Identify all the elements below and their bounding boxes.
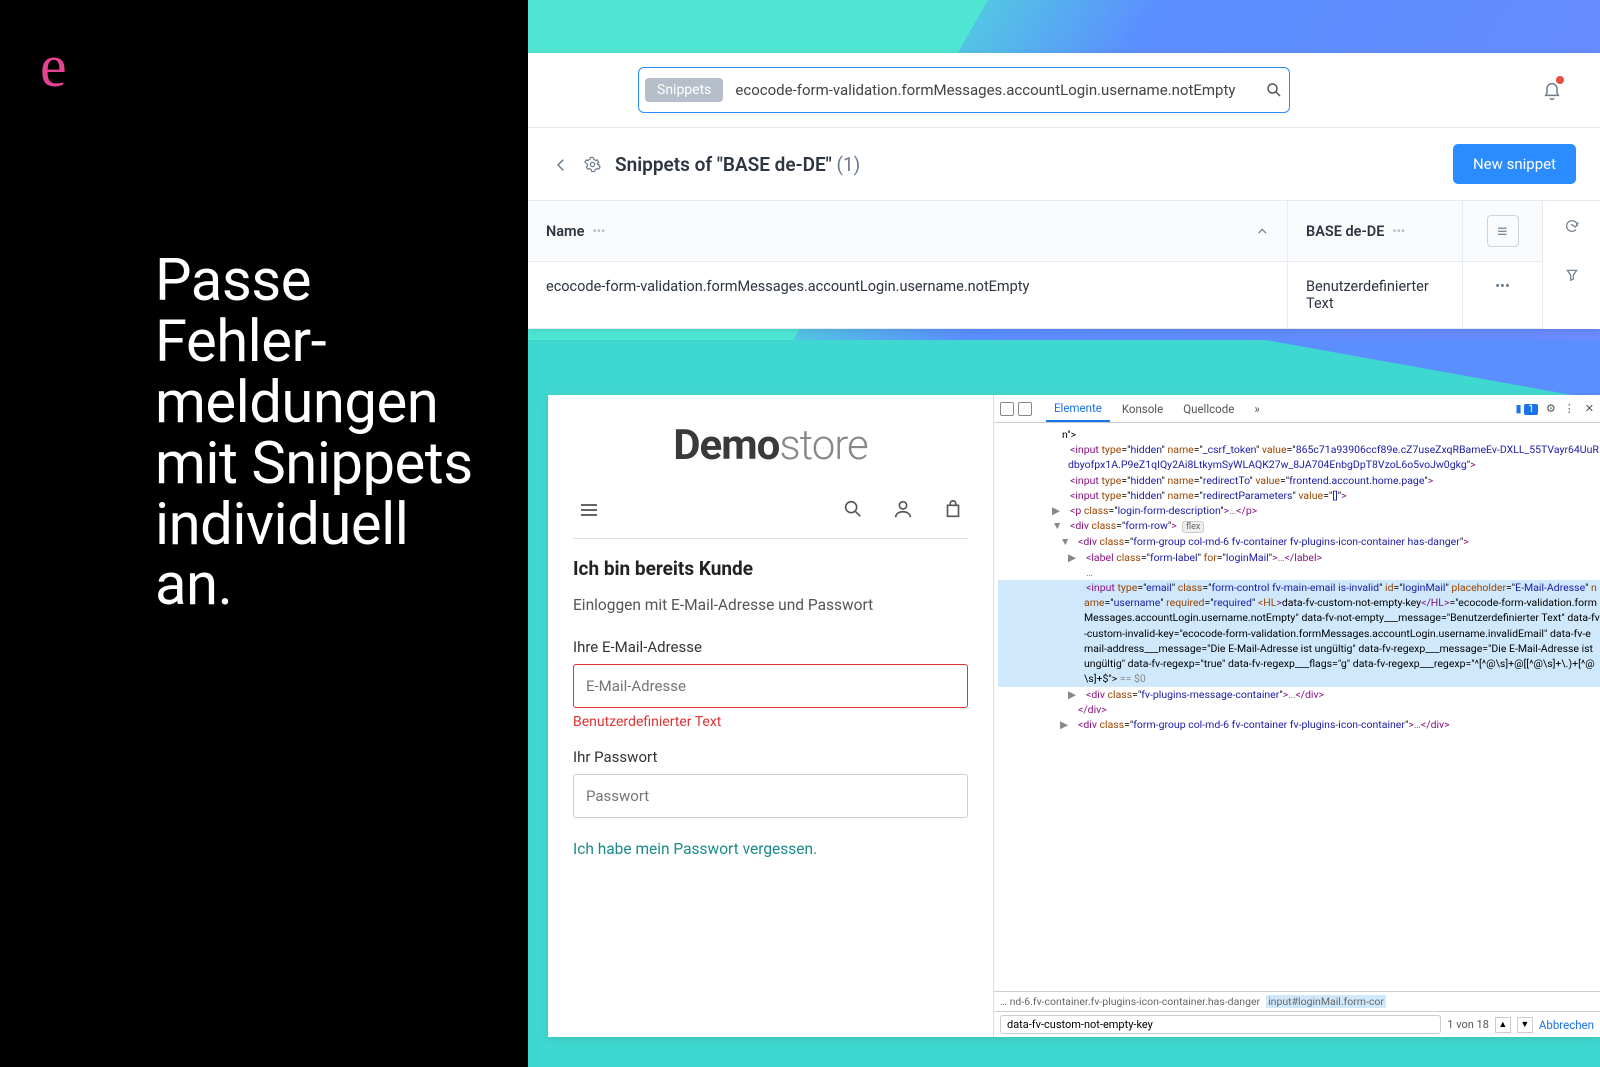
column-header-base[interactable]: BASE de-DE •••	[1287, 201, 1462, 261]
cart-icon[interactable]	[942, 496, 964, 521]
column-menu-icon[interactable]: •••	[1392, 224, 1405, 238]
gear-icon[interactable]	[584, 154, 601, 174]
devtools-close-icon[interactable]: ✕	[1585, 402, 1594, 415]
devtools-panel: Elemente Konsole Quellcode » ▮ 1 ⚙ ⋮ ✕ n…	[993, 395, 1600, 1037]
cell-name: ecocode-form-validation.formMessages.acc…	[528, 262, 1287, 328]
bell-icon[interactable]	[1542, 78, 1562, 102]
storefront-devtools-panel: Demostore Ich bin bereits Kunde Einlogge…	[548, 395, 1600, 1037]
search-input[interactable]	[723, 81, 1259, 99]
devtools-tab-more[interactable]: »	[1246, 402, 1267, 416]
devtools-tab-elements[interactable]: Elemente	[1046, 401, 1110, 422]
devtools-menu-icon[interactable]: ⋮	[1564, 402, 1575, 415]
page-title-count: (1)	[836, 153, 860, 176]
email-field[interactable]	[573, 664, 968, 708]
devtools-issues-badge[interactable]: ▮ 1	[1515, 402, 1537, 415]
devtools-search-count: 1 von 18	[1447, 1018, 1489, 1031]
search-icon[interactable]	[842, 496, 864, 521]
user-icon[interactable]	[892, 496, 914, 521]
column-header-name[interactable]: Name •••	[528, 201, 1287, 261]
inspect-icon[interactable]	[1000, 402, 1014, 416]
devtools-tab-console[interactable]: Konsole	[1114, 402, 1171, 416]
admin-snippets-panel: Snippets Snippets of "BA	[528, 53, 1600, 329]
email-label: Ihre E-Mail-Adresse	[573, 638, 968, 656]
refresh-icon[interactable]	[1564, 215, 1580, 234]
headline: Passe Fehler-meldungen mit Snippets indi…	[155, 251, 488, 616]
new-snippet-button[interactable]: New snippet	[1453, 144, 1576, 184]
back-button[interactable]	[552, 154, 570, 175]
search-icon[interactable]	[1259, 81, 1289, 99]
login-heading: Ich bin bereits Kunde	[573, 557, 968, 580]
devtools-elements-tree[interactable]: n"><input type="hidden" name="_csrf_toke…	[994, 423, 1600, 991]
devtools-search-cancel[interactable]: Abbrechen	[1539, 1018, 1594, 1032]
marketing-panel: e Passe Fehler-meldungen mit Snippets in…	[0, 0, 528, 1067]
devtools-settings-icon[interactable]: ⚙	[1546, 402, 1556, 415]
email-error-text: Benutzerdefinierter Text	[573, 714, 968, 730]
page-title-text: Snippets of "BASE de-DE"	[615, 153, 836, 176]
device-icon[interactable]	[1018, 402, 1032, 416]
password-label: Ihr Passwort	[573, 748, 968, 766]
column-menu-icon[interactable]: •••	[592, 224, 605, 238]
devtools-search-bar: 1 von 18 ▲ ▼ Abbrechen	[994, 1011, 1600, 1037]
devtools-breadcrumb[interactable]: … nd-6.fv-container.fv-plugins-icon-cont…	[994, 991, 1600, 1011]
filter-icon[interactable]	[1564, 264, 1580, 283]
screenshots-area: Snippets Snippets of "BA	[528, 0, 1600, 1067]
page-title: Snippets of "BASE de-DE" (1)	[615, 153, 860, 176]
list-settings-icon[interactable]	[1487, 215, 1519, 247]
devtools-search-next[interactable]: ▼	[1517, 1017, 1533, 1033]
password-field[interactable]	[573, 774, 968, 818]
hamburger-icon[interactable]	[577, 494, 601, 522]
store-logo: Demostore	[573, 421, 968, 470]
table-row[interactable]: ecocode-form-validation.formMessages.acc…	[528, 262, 1542, 329]
forgot-password-link[interactable]: Ich habe mein Passwort vergessen.	[573, 840, 968, 858]
row-actions-icon[interactable]: •••	[1462, 262, 1542, 328]
cell-base: Benutzerdefinierter Text	[1287, 262, 1462, 328]
search-filter-tag[interactable]: Snippets	[645, 78, 723, 102]
logo: e	[40, 32, 488, 101]
search-bar[interactable]: Snippets	[638, 67, 1290, 113]
devtools-tab-source[interactable]: Quellcode	[1175, 402, 1242, 416]
devtools-search-prev[interactable]: ▲	[1495, 1017, 1511, 1033]
storefront: Demostore Ich bin bereits Kunde Einlogge…	[548, 395, 993, 1037]
login-subheading: Einloggen mit E-Mail-Adresse und Passwor…	[573, 596, 968, 614]
devtools-search-input[interactable]	[1000, 1015, 1441, 1034]
sort-asc-icon[interactable]	[1255, 223, 1270, 240]
